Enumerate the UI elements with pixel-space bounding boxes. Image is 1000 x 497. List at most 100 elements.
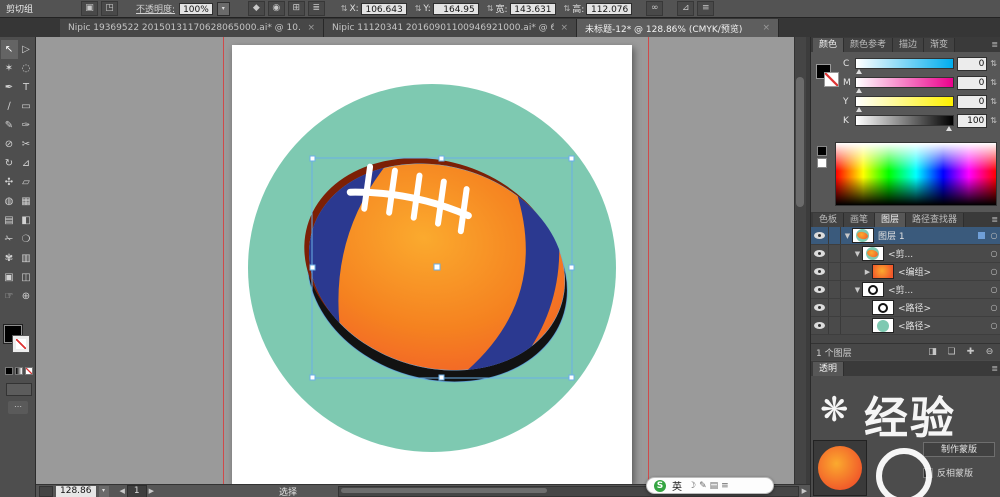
spinner-icon[interactable]: ⇅ [990, 78, 997, 87]
channel-slider[interactable] [855, 77, 954, 88]
panel-menu-icon[interactable]: ≣ [991, 215, 998, 224]
eyedropper-tool[interactable]: ✁ [1, 230, 18, 249]
spinner-icon[interactable]: ⇅ [990, 97, 997, 106]
direct-selection-tool[interactable]: ▷ [18, 40, 35, 59]
panel-menu-icon[interactable]: ≣ [991, 364, 998, 373]
vertical-scrollbar[interactable] [794, 37, 806, 484]
spinner-icon[interactable]: ⇅ [564, 4, 571, 13]
selection-tool[interactable]: ↖ [1, 40, 18, 59]
layer-name[interactable]: <路径> [898, 319, 987, 332]
panel-tab[interactable]: 颜色 [813, 38, 844, 52]
lock-toggle[interactable] [829, 317, 841, 334]
paintbrush-tool[interactable]: ✎ [1, 116, 18, 135]
document-tab[interactable]: Nipic 19369522 20150131170628065000.ai* … [60, 19, 324, 37]
next-artboard-icon[interactable]: ▶ [149, 487, 154, 495]
layer-name[interactable]: <剪... [888, 247, 987, 260]
ime-language-toggle[interactable]: 英 [672, 478, 682, 493]
channel-slider[interactable] [855, 58, 954, 69]
symbol-sprayer-tool[interactable]: ✾ [1, 249, 18, 268]
artboard-tool[interactable]: ▣ [1, 268, 18, 287]
canvas[interactable] [36, 37, 806, 484]
make-clip-mask-icon[interactable]: ◨ [926, 347, 939, 358]
layer-row[interactable]: ▼ <剪... ○ [811, 245, 1000, 263]
channel-slider[interactable] [855, 96, 954, 107]
layer-name[interactable]: 图层 1 [878, 229, 978, 242]
sogou-logo-icon[interactable]: S [654, 480, 666, 492]
layer-name[interactable]: <剪... [888, 283, 987, 296]
perspective-grid-tool[interactable]: ▦ [18, 192, 35, 211]
shear-icon[interactable]: ⊿ [677, 1, 694, 16]
moon-icon[interactable]: ☽ [688, 481, 696, 491]
pen-tool[interactable]: ✒ [1, 78, 18, 97]
make-mask-button[interactable]: 制作蒙版 [923, 442, 995, 457]
transform-value-input[interactable]: 106.643 [361, 3, 407, 15]
new-layer-icon[interactable]: ✚ [964, 347, 977, 358]
column-graph-tool[interactable]: ▥ [18, 249, 35, 268]
transform-value-input[interactable]: 143.631 [510, 3, 556, 15]
slider-marker[interactable] [856, 107, 862, 112]
target-icon[interactable]: ○ [987, 285, 1000, 294]
spinner-icon[interactable]: ⇅ [415, 4, 422, 13]
panel-tab[interactable]: 画笔 [844, 213, 875, 227]
none-mode-icon[interactable] [25, 367, 33, 375]
panel-tab[interactable]: 图层 [875, 213, 906, 227]
opacity-value[interactable]: 100% [179, 3, 213, 15]
channel-value-input[interactable]: 100 [957, 114, 987, 128]
scroll-right-icon[interactable]: ▶ [802, 487, 807, 495]
slider-marker[interactable] [856, 88, 862, 93]
artboard[interactable] [232, 45, 632, 484]
layer-name[interactable]: <编组> [898, 265, 987, 278]
shape-builder-tool[interactable]: ◍ [1, 192, 18, 211]
visibility-toggle[interactable] [811, 245, 829, 262]
mesh-tool[interactable]: ▤ [1, 211, 18, 230]
visibility-toggle[interactable] [811, 263, 829, 280]
channel-value-input[interactable]: 0 [957, 95, 987, 109]
panel-tab[interactable]: 颜色参考 [844, 38, 893, 52]
layer-row[interactable]: <路径> ○ [811, 317, 1000, 335]
zoom-tool[interactable]: ⊕ [18, 287, 35, 306]
gradient-tool[interactable]: ◧ [18, 211, 35, 230]
keyboard-icon[interactable]: ▤ [710, 481, 719, 491]
object-thumbnail[interactable] [813, 440, 867, 496]
lock-toggle[interactable] [829, 263, 841, 280]
close-icon[interactable]: × [560, 23, 568, 33]
target-icon[interactable]: ○ [987, 231, 1000, 240]
stroke-color-swatch[interactable] [13, 336, 29, 352]
scissors-tool[interactable]: ✂ [18, 135, 35, 154]
panel-tab[interactable]: 路径查找器 [906, 213, 964, 227]
opacity-dropdown-icon[interactable]: ▾ [217, 2, 230, 16]
prev-artboard-icon[interactable]: ◀ [120, 487, 125, 495]
toolbar-options-button[interactable]: ⋯ [8, 401, 28, 414]
rotate-tool[interactable]: ↻ [1, 154, 18, 173]
panel-tab[interactable]: 色板 [813, 213, 844, 227]
lock-toggle[interactable] [829, 281, 841, 298]
layer-row[interactable]: ▼ <剪... ○ [811, 281, 1000, 299]
transform-value-input[interactable]: 112.076 [586, 3, 632, 15]
layer-row[interactable]: ▼ 图层 1 ○ [811, 227, 1000, 245]
eraser-tool[interactable]: ⊘ [1, 135, 18, 154]
rectangle-tool[interactable]: ▭ [18, 97, 35, 116]
delete-layer-icon[interactable]: ⊖ [983, 347, 996, 358]
close-icon[interactable]: × [762, 23, 770, 33]
spinner-icon[interactable]: ⇅ [341, 4, 348, 13]
slice-tool[interactable]: ◫ [18, 268, 35, 287]
document-tab[interactable]: Nipic 11120341 20160901100946921000.ai* … [324, 19, 577, 37]
channel-slider[interactable] [855, 115, 954, 126]
lock-toggle[interactable] [829, 299, 841, 316]
target-icon[interactable]: ○ [987, 321, 1000, 330]
visibility-toggle[interactable] [811, 299, 829, 316]
transform-value-input[interactable]: 164.95 [433, 3, 479, 15]
toolbox-icon[interactable]: ≡ [721, 481, 729, 491]
blend-tool[interactable]: ❍ [18, 230, 35, 249]
graphic-style-icon[interactable]: ◆ [248, 1, 265, 16]
expand-arrow-icon[interactable]: ▶ [863, 268, 872, 276]
type-tool[interactable]: T [18, 78, 35, 97]
expand-arrow-icon[interactable]: ▼ [853, 250, 862, 258]
width-tool[interactable]: ✣ [1, 173, 18, 192]
target-icon[interactable]: ○ [987, 303, 1000, 312]
opacity-label[interactable]: 不透明度: [136, 2, 175, 15]
magic-wand-tool[interactable]: ✶ [1, 59, 18, 78]
free-transform-tool[interactable]: ▱ [18, 173, 35, 192]
visibility-toggle[interactable] [811, 281, 829, 298]
channel-value-input[interactable]: 0 [957, 76, 987, 90]
